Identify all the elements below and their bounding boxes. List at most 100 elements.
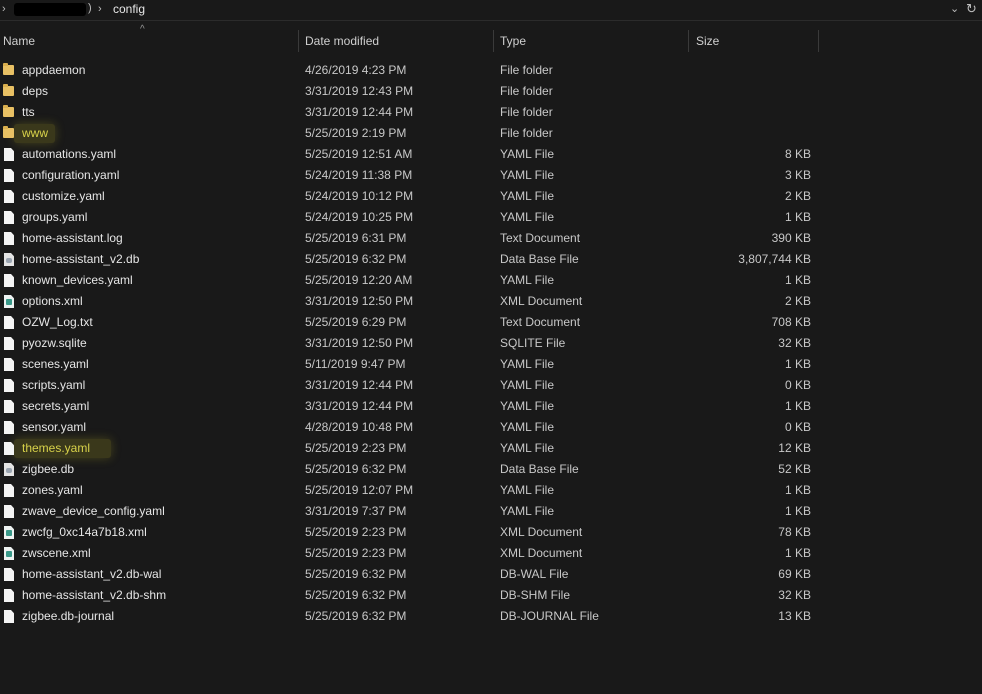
file-row[interactable]: home-assistant.log 5/25/2019 6:31 PM Text … [0,228,982,249]
file-name: tts [22,105,35,119]
file-row[interactable]: groups.yaml 5/24/2019 10:25 PM YAML File 1 … [0,207,982,228]
file-row[interactable]: pyozw.sqlite 3/31/2019 12:50 PM SQLITE Fil… [0,333,982,354]
file-size: 390 KB [771,231,811,245]
file-size: 69 KB [778,567,811,581]
file-date-modified: 5/25/2019 6:32 PM [305,252,407,266]
file-date-modified: 5/25/2019 6:29 PM [305,315,407,329]
file-type: File folder [500,63,553,77]
column-divider[interactable] [493,30,494,52]
path-segment-end: ) [88,2,92,14]
file-size: 32 KB [778,588,811,602]
file-size: 78 KB [778,525,811,539]
file-row[interactable]: customize.yaml 5/24/2019 10:12 PM YAML Fil… [0,186,982,207]
file-date-modified: 5/25/2019 12:51 AM [305,147,413,161]
xml-file-icon [4,526,14,539]
file-date-modified: 5/25/2019 6:32 PM [305,609,407,623]
file-row[interactable]: zwscene.xml 5/25/2019 2:23 PM XML Document… [0,543,982,564]
file-type: YAML File [500,210,555,224]
file-row[interactable]: deps 3/31/2019 12:43 PM File folder [0,81,982,102]
file-row[interactable]: appdaemon 4/26/2019 4:23 PM File folder [0,60,982,81]
file-icon [4,589,14,602]
file-name: home-assistant_v2.db-shm [22,588,167,602]
file-type: DB-JOURNAL File [500,609,599,623]
file-icon [4,505,14,518]
file-name: deps [22,84,49,98]
file-type: YAML File [500,273,555,287]
file-row[interactable]: zwave_device_config.yaml 3/31/2019 7:37 P… [0,501,982,522]
file-row[interactable]: home-assistant_v2.db 5/25/2019 6:32 PM Dat… [0,249,982,270]
file-row[interactable]: options.xml 3/31/2019 12:50 PM XML Documen… [0,291,982,312]
file-icon [4,400,14,413]
file-size: 32 KB [778,336,811,350]
file-row[interactable]: www 5/25/2019 2:19 PM File folder [0,123,982,144]
file-name: customize.yaml [22,189,105,203]
file-row[interactable]: sensor.yaml 4/28/2019 10:48 PM YAML File 0 … [0,417,982,438]
file-name: themes.yaml [22,441,91,455]
file-name: OZW_Log.txt [22,315,93,329]
file-type: Data Base File [500,252,579,266]
file-date-modified: 5/11/2019 9:47 PM [305,357,406,371]
file-type: YAML File [500,483,555,497]
file-type: SQLITE File [500,336,566,350]
chevron-right-icon[interactable]: › [98,3,102,15]
xml-file-icon [4,547,14,560]
column-header-type[interactable]: Type [500,28,526,54]
breadcrumb-current[interactable]: config [113,2,145,16]
file-row[interactable]: scenes.yaml 5/11/2019 9:47 PM YAML File 1 K… [0,354,982,375]
file-date-modified: 3/31/2019 12:44 PM [305,399,414,413]
file-type: YAML File [500,441,555,455]
file-icon [4,148,14,161]
file-type: YAML File [500,504,555,518]
file-name: home-assistant_v2.db [22,252,140,266]
file-name: configuration.yaml [22,168,120,182]
file-date-modified: 3/31/2019 12:43 PM [305,84,414,98]
file-size: 1 KB [784,546,811,560]
file-row[interactable]: home-assistant_v2.db-shm 5/25/2019 6:32 P… [0,585,982,606]
file-size: 3 KB [784,168,811,182]
file-row[interactable]: scripts.yaml 3/31/2019 12:44 PM YAML File 0… [0,375,982,396]
column-divider[interactable] [688,30,689,52]
file-type: XML Document [500,546,583,560]
column-header-date-modified[interactable]: Date modified [305,28,379,54]
file-row[interactable]: zigbee.db-journal 5/25/2019 6:32 PM DB-JOU… [0,606,982,627]
file-size: 708 KB [771,315,811,329]
file-name: zwscene.xml [22,546,91,560]
column-header-size[interactable]: Size [696,28,719,54]
file-row[interactable]: zones.yaml 5/25/2019 12:07 PM YAML File 1 K… [0,480,982,501]
file-type: YAML File [500,189,555,203]
file-size: 2 KB [784,189,811,203]
chevron-right-icon[interactable]: › [2,3,6,15]
file-icon [4,379,14,392]
file-row[interactable]: themes.yaml 5/25/2019 2:23 PM YAML File 12 … [0,438,982,459]
folder-icon [3,126,14,138]
file-date-modified: 3/31/2019 12:44 PM [305,105,414,119]
file-icon [4,316,14,329]
file-size: 1 KB [784,504,811,518]
file-type: YAML File [500,147,555,161]
file-name: home-assistant.log [22,231,123,245]
file-icon [4,190,14,203]
file-row[interactable]: secrets.yaml 3/31/2019 12:44 PM YAML File 1… [0,396,982,417]
column-divider[interactable] [818,30,819,52]
refresh-icon[interactable]: ↻ [966,1,977,17]
file-row[interactable]: zwcfg_0xc14a7b18.xml 5/25/2019 2:23 PM XML… [0,522,982,543]
file-row[interactable]: configuration.yaml 5/24/2019 11:38 PM YAML… [0,165,982,186]
file-row[interactable]: tts 3/31/2019 12:44 PM File folder [0,102,982,123]
file-row[interactable]: zigbee.db 5/25/2019 6:32 PM Data Base File… [0,459,982,480]
file-type: YAML File [500,378,555,392]
file-row[interactable]: known_devices.yaml 5/25/2019 12:20 AM YAML… [0,270,982,291]
sort-ascending-icon: ^ [140,24,145,35]
file-date-modified: 5/25/2019 2:23 PM [305,546,407,560]
file-row[interactable]: automations.yaml 5/25/2019 12:51 AM YAML F… [0,144,982,165]
address-bar[interactable]: › ) › config ⌄ ↻ [0,0,982,21]
file-date-modified: 3/31/2019 7:37 PM [305,504,407,518]
file-row[interactable]: OZW_Log.txt 5/25/2019 6:29 PM Text Documen… [0,312,982,333]
column-divider[interactable] [298,30,299,52]
file-type: File folder [500,105,553,119]
chevron-down-icon[interactable]: ⌄ [950,2,959,15]
file-name: www [22,126,48,140]
file-name: automations.yaml [22,147,117,161]
column-header-name[interactable]: Name [3,28,35,54]
file-name: zwave_device_config.yaml [22,504,165,518]
file-row[interactable]: home-assistant_v2.db-wal 5/25/2019 6:32 P… [0,564,982,585]
